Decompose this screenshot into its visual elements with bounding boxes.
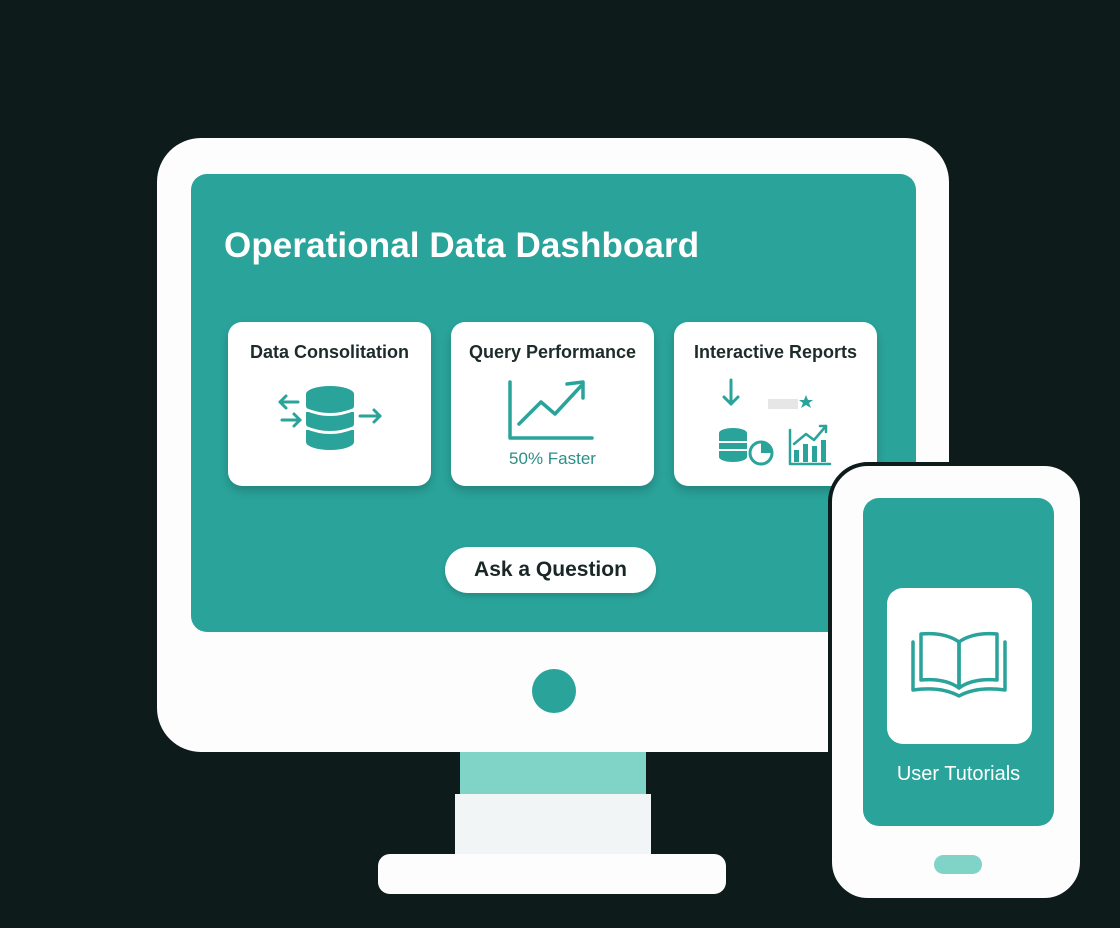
card-title: Query Performance [468, 342, 637, 362]
reports-icon [719, 378, 832, 466]
open-book-icon [911, 631, 1007, 698]
user-tutorials-label: User Tutorials [896, 763, 1021, 785]
monitor-stand-neck-lower [455, 794, 651, 856]
performance-stat: 50% Faster [509, 449, 596, 468]
line-chart-up-icon [508, 380, 594, 440]
card-data-consolitation[interactable]: Data Consolitation [228, 322, 431, 486]
phone-home-button[interactable] [934, 855, 982, 874]
card-title: Interactive Reports [693, 342, 858, 362]
dashboard-title: Operational Data Dashboard [224, 226, 700, 265]
monitor-stand-base [378, 854, 726, 894]
ask-question-button[interactable]: Ask a Question [445, 547, 656, 593]
database-arrows-icon [278, 386, 382, 450]
power-button[interactable] [532, 669, 576, 713]
monitor-stand-neck [460, 752, 646, 794]
card-title: Data Consolitation [249, 342, 409, 362]
user-tutorials-tile[interactable] [887, 588, 1032, 744]
card-interactive-reports[interactable]: Interactive Reports [674, 322, 877, 486]
card-query-performance[interactable]: Query Performance 50% Faster [451, 322, 654, 486]
